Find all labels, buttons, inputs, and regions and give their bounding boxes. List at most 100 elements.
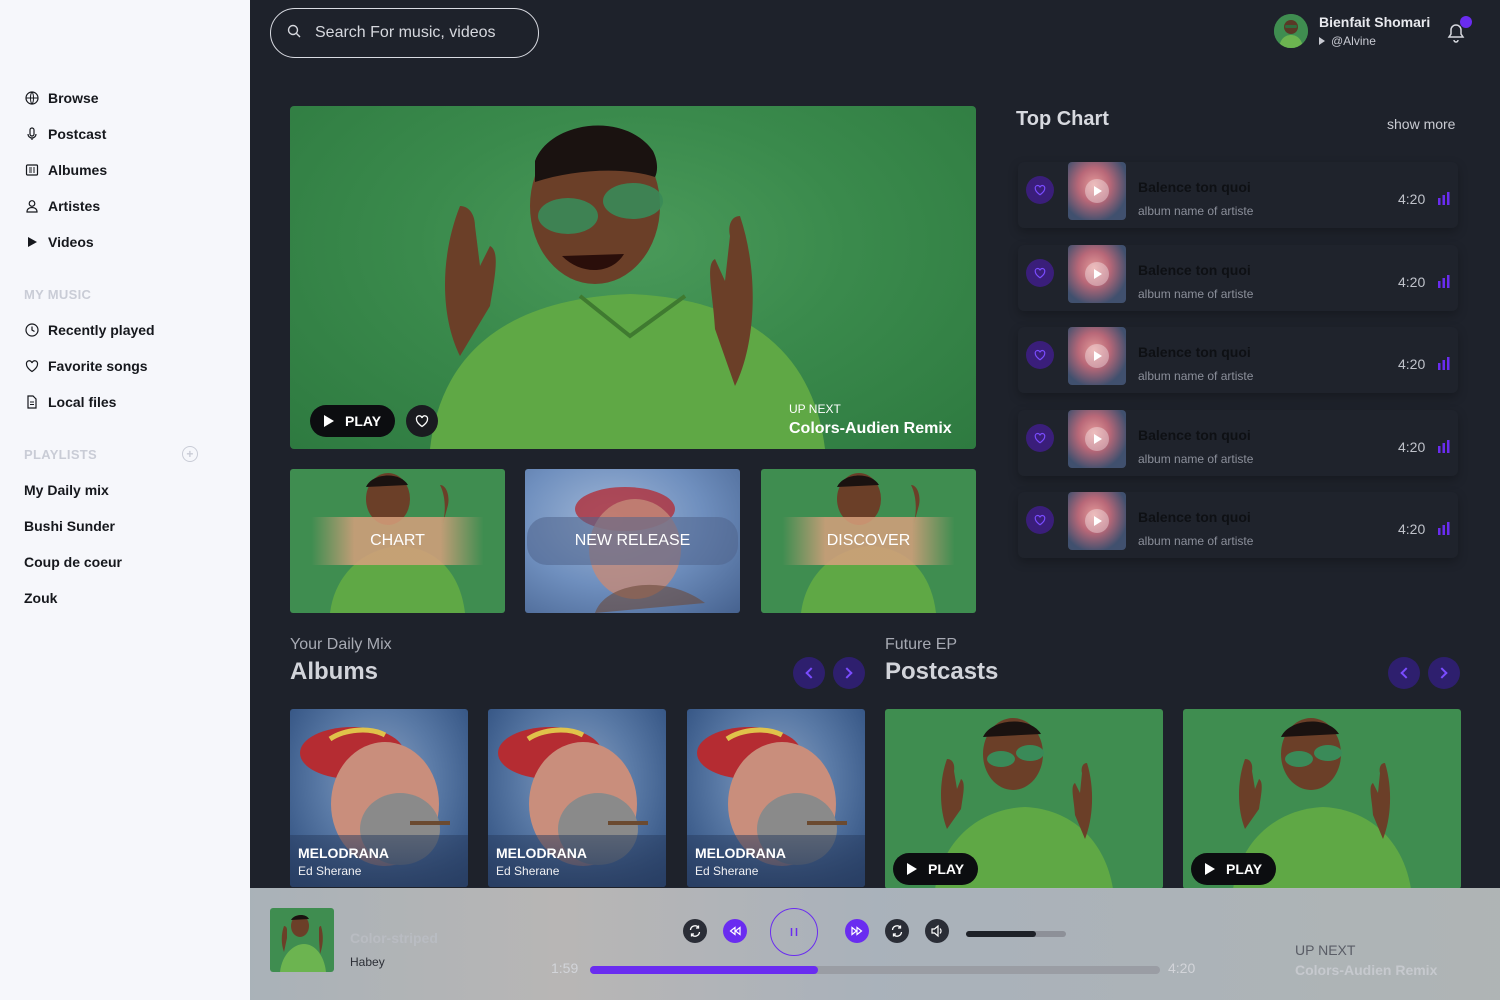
globe-icon xyxy=(24,90,40,106)
player-cover[interactable] xyxy=(270,908,334,972)
top-chart-track[interactable]: Balence ton quoi album name of artiste 4:2… xyxy=(1018,162,1458,228)
podcast-play-button[interactable]: PLAY xyxy=(893,853,979,885)
player-upnext-title[interactable]: Colors-Audien Remix xyxy=(1295,962,1437,978)
track-thumbnail xyxy=(1068,162,1126,220)
podcast-card[interactable]: PLAY xyxy=(1183,709,1461,889)
album-card[interactable]: MELODRANA Ed Sherane xyxy=(290,709,468,887)
my-music-title: MY MUSIC xyxy=(24,286,92,302)
rewind-button[interactable] xyxy=(723,919,747,943)
track-play-button[interactable] xyxy=(1085,262,1109,286)
podcast-card[interactable]: PLAY xyxy=(885,709,1163,889)
album-artist: Ed Sherane xyxy=(496,864,560,878)
hero-banner[interactable]: PLAY UP NEXT Colors-Audien Remix xyxy=(290,106,976,449)
playlist-item[interactable]: My Daily mix xyxy=(0,472,250,508)
track-title: Balence ton quoi xyxy=(1138,427,1251,443)
repeat-button[interactable] xyxy=(683,919,707,943)
track-thumbnail xyxy=(1068,327,1126,385)
top-chart-track[interactable]: Balence ton quoi album name of artiste 4:2… xyxy=(1018,245,1458,311)
track-play-button[interactable] xyxy=(1085,344,1109,368)
hero-play-button[interactable]: PLAY xyxy=(310,405,396,437)
add-playlist-button[interactable]: + xyxy=(182,446,198,462)
nav-postcast[interactable]: Postcast xyxy=(0,116,250,152)
playlist-item[interactable]: Coup de coeur xyxy=(0,544,250,580)
like-button[interactable] xyxy=(1026,424,1054,452)
track-play-button[interactable] xyxy=(1085,179,1109,203)
playlists-title: PLAYLISTS xyxy=(24,446,98,462)
track-duration: 4:20 xyxy=(1398,356,1426,372)
nav-videos[interactable]: Videos xyxy=(0,224,250,260)
user-profile[interactable]: Bienfait Shomari @Alvine xyxy=(1274,14,1430,48)
album-card[interactable]: MELODRANA Ed Sherane xyxy=(488,709,666,887)
play-icon xyxy=(24,234,40,250)
hero-upnext-title[interactable]: Colors-Audien Remix xyxy=(789,420,952,438)
nav-recently-played[interactable]: Recently played xyxy=(0,312,250,348)
podcast-play-label: PLAY xyxy=(928,861,965,877)
fast-forward-button[interactable] xyxy=(845,919,869,943)
heart-icon xyxy=(24,358,40,374)
top-chart-track[interactable]: Balence ton quoi album name of artiste 4:2… xyxy=(1018,327,1458,393)
play-icon xyxy=(1094,351,1102,361)
volume-slider[interactable] xyxy=(966,931,1066,937)
nav-recently-played-label: Recently played xyxy=(48,322,155,338)
search-bar[interactable] xyxy=(270,8,539,58)
top-chart-track[interactable]: Balence ton quoi album name of artiste 4:2… xyxy=(1018,410,1458,476)
nav-browse[interactable]: Browse xyxy=(0,80,250,116)
notification-badge xyxy=(1460,16,1472,28)
volume-level xyxy=(966,931,1036,937)
nav-albumes[interactable]: Albumes xyxy=(0,152,250,188)
like-button[interactable] xyxy=(1026,506,1054,534)
track-duration: 4:20 xyxy=(1398,521,1426,537)
track-play-button[interactable] xyxy=(1085,509,1109,533)
pause-button[interactable] xyxy=(770,908,818,956)
nav-artistes[interactable]: Artistes xyxy=(0,188,250,224)
volume-icon xyxy=(931,924,942,938)
podcasts-title: Postcasts xyxy=(885,658,999,685)
user-icon xyxy=(24,198,40,214)
nav-browse-label: Browse xyxy=(48,90,99,106)
podcasts-prev-button[interactable] xyxy=(1388,657,1420,689)
album-icon xyxy=(24,162,40,178)
playlist-item[interactable]: Zouk xyxy=(0,580,250,616)
category-discover[interactable]: DISCOVER xyxy=(761,469,976,613)
user-info: Bienfait Shomari @Alvine xyxy=(1319,14,1430,48)
playlists-heading: PLAYLISTS + xyxy=(0,436,250,472)
hero-artist-image xyxy=(430,125,825,449)
equalizer-icon xyxy=(1438,192,1450,205)
category-new-release[interactable]: NEW RELEASE xyxy=(525,469,740,613)
volume-button[interactable] xyxy=(925,919,949,943)
track-thumbnail xyxy=(1068,410,1126,468)
rewind-icon xyxy=(729,926,741,936)
repeat-icon xyxy=(689,925,701,937)
chevron-right-icon xyxy=(841,667,853,679)
like-button[interactable] xyxy=(1026,259,1054,287)
top-chart-track[interactable]: Balence ton quoi album name of artiste 4:2… xyxy=(1018,492,1458,558)
progress-fill xyxy=(590,966,818,974)
albums-prev-button[interactable] xyxy=(793,657,825,689)
playlist-item[interactable]: Bushi Sunder xyxy=(0,508,250,544)
nav-favorite-songs[interactable]: Favorite songs xyxy=(0,348,250,384)
chevron-left-icon xyxy=(805,667,817,679)
show-more-link[interactable]: show more xyxy=(1387,116,1455,132)
top-chart-title: Top Chart xyxy=(1016,108,1109,130)
shuffle-button[interactable] xyxy=(885,919,909,943)
category-chart[interactable]: CHART xyxy=(290,469,505,613)
heart-icon xyxy=(1034,432,1046,444)
podcasts-next-button[interactable] xyxy=(1428,657,1460,689)
podcast-play-button[interactable]: PLAY xyxy=(1191,853,1277,885)
chevron-right-icon xyxy=(1436,667,1448,679)
like-button[interactable] xyxy=(1026,176,1054,204)
track-subtitle: album name of artiste xyxy=(1138,452,1254,466)
search-icon xyxy=(287,24,301,43)
nav-local-files[interactable]: Local files xyxy=(0,384,250,420)
fast-forward-icon xyxy=(851,926,863,936)
progress-bar[interactable] xyxy=(590,966,1160,974)
search-input[interactable] xyxy=(315,24,510,42)
podcasts-kicker: Future EP xyxy=(885,636,958,653)
hero-like-button[interactable] xyxy=(406,405,438,437)
player-track-title: Color-striped xyxy=(350,930,438,946)
track-play-button[interactable] xyxy=(1085,427,1109,451)
album-card[interactable]: MELODRANA Ed Sherane xyxy=(687,709,865,887)
albums-kicker: Your Daily Mix xyxy=(290,636,392,653)
like-button[interactable] xyxy=(1026,341,1054,369)
albums-next-button[interactable] xyxy=(833,657,865,689)
